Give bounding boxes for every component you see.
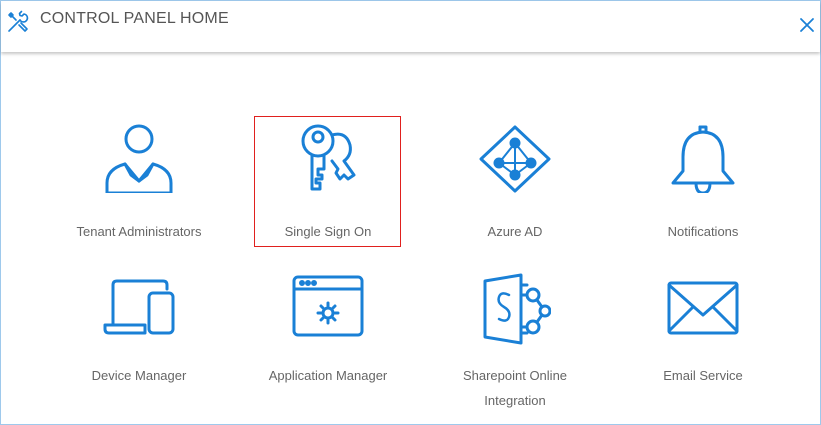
tile-application-manager[interactable]: Application Manager: [253, 273, 403, 398]
tile-label: Azure AD: [487, 224, 543, 239]
close-icon[interactable]: [798, 16, 816, 34]
tile-notifications[interactable]: Notifications: [628, 121, 778, 246]
envelope-icon: [667, 281, 739, 335]
sharepoint-icon: [483, 273, 551, 345]
tile-single-sign-on[interactable]: Single Sign On: [253, 121, 403, 246]
tile-label-line1: Sharepoint Online: [462, 368, 568, 383]
bell-icon: [671, 125, 735, 193]
page-title: CONTROL PANEL HOME: [40, 10, 229, 27]
tile-email-service[interactable]: Email Service: [628, 273, 778, 398]
keys-icon: [301, 124, 356, 191]
control-panel: CONTROL PANEL HOME Tenant Administrators: [0, 0, 821, 425]
tile-label: Notifications: [667, 224, 739, 239]
tile-sharepoint-online-integration[interactable]: Sharepoint Online Integration: [440, 273, 590, 413]
tools-icon: [8, 10, 29, 32]
tile-label: Single Sign On: [284, 224, 372, 239]
tile-label-line2: Integration: [484, 393, 546, 408]
tile-tenant-administrators[interactable]: Tenant Administrators: [64, 121, 214, 246]
app-window-icon: [292, 275, 364, 337]
azure-ad-icon: [479, 125, 551, 193]
tile-device-manager[interactable]: Device Manager: [64, 273, 214, 398]
user-admin-icon: [105, 124, 173, 193]
devices-icon: [103, 279, 175, 335]
tile-label: Tenant Administrators: [76, 224, 202, 239]
tile-label: Device Manager: [91, 368, 187, 383]
tile-label: Application Manager: [268, 368, 388, 383]
tile-azure-ad[interactable]: Azure AD: [440, 121, 590, 246]
header-bar: CONTROL PANEL HOME: [1, 1, 820, 52]
tile-label: Email Service: [663, 368, 743, 383]
